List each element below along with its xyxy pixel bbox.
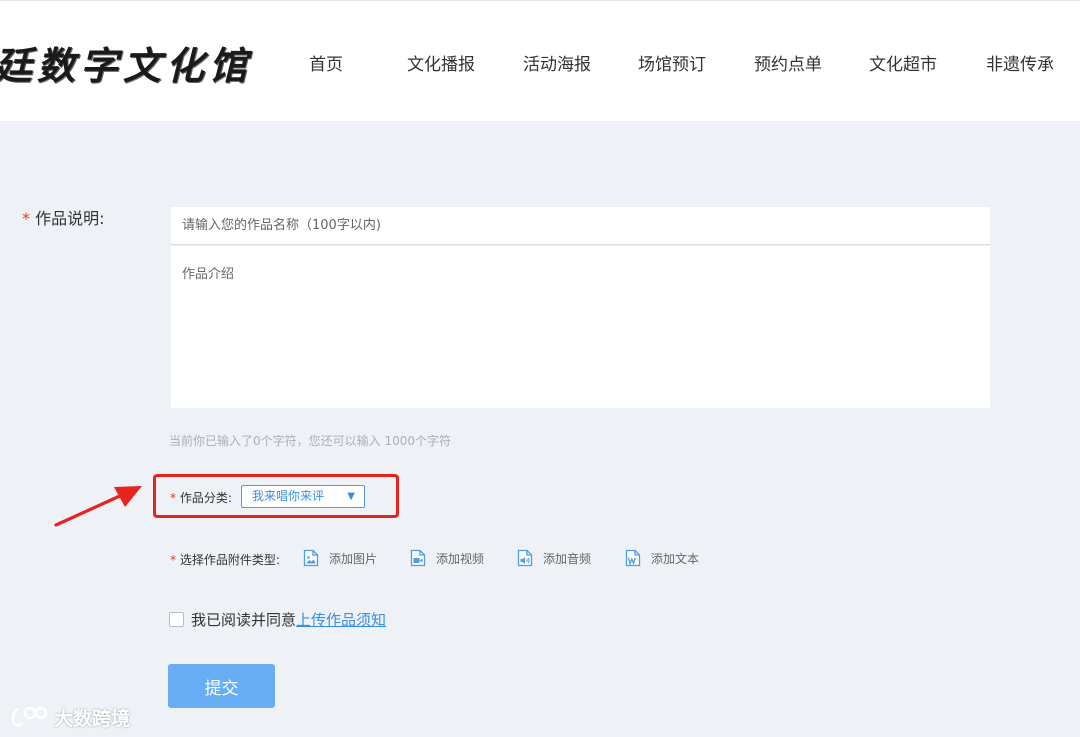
- submit-button[interactable]: 提交: [168, 664, 275, 708]
- attachment-type-label: * 选择作品附件类型:: [170, 551, 280, 568]
- char-counter: 当前你已输入了0个字符，您还可以输入 1000个字符: [169, 434, 451, 448]
- work-description-label: * 作品说明:: [22, 205, 105, 229]
- work-category-select[interactable]: 我来唱你来评 ▼: [241, 485, 365, 508]
- add-text-button[interactable]: 添加文本: [625, 547, 699, 569]
- work-category-label: * 作品分类:: [170, 489, 232, 506]
- nav-item-culture-market[interactable]: 文化超市: [869, 50, 937, 75]
- agree-checkbox[interactable]: [169, 611, 184, 627]
- work-intro-textarea[interactable]: [171, 246, 990, 408]
- add-image-button[interactable]: 添加图片: [303, 547, 377, 569]
- work-category-value: 我来唱你来评: [252, 489, 325, 503]
- nav-item-home[interactable]: 首页: [309, 50, 343, 75]
- add-audio-label: 添加音频: [543, 551, 592, 566]
- required-mark: *: [22, 209, 30, 228]
- agreement-row: 我已阅读并同意 上传作品须知: [169, 609, 386, 629]
- upload-notice-link[interactable]: 上传作品须知: [296, 609, 386, 630]
- work-category-label-text: 作品分类:: [179, 491, 232, 505]
- watermark: 大数跨境: [8, 703, 130, 731]
- caret-down-icon: ▼: [347, 491, 355, 502]
- attachment-type-label-text: 选择作品附件类型:: [179, 553, 280, 567]
- work-title-input[interactable]: [171, 207, 990, 245]
- nav-item-culture-news[interactable]: 文化播报: [407, 50, 475, 75]
- add-image-label: 添加图片: [329, 551, 378, 566]
- watermark-logo-icon: [11, 706, 48, 727]
- work-description-label-text: 作品说明:: [35, 209, 105, 228]
- image-file-icon: [303, 549, 319, 567]
- main-nav: 首页 文化播报 活动海报 场馆预订 预约点单 文化超市 非遗传承: [0, 50, 1080, 75]
- word-file-icon: [625, 549, 641, 567]
- nav-item-venue-booking[interactable]: 场馆预订: [638, 50, 706, 75]
- red-arrow-annotation: [54, 486, 142, 527]
- nav-item-intangible-heritage[interactable]: 非遗传承: [986, 50, 1054, 75]
- add-text-label: 添加文本: [651, 551, 700, 566]
- add-video-button[interactable]: 添加视频: [410, 547, 484, 569]
- agree-text: 我已阅读并同意: [191, 610, 297, 629]
- nav-item-event-posters[interactable]: 活动海报: [523, 50, 591, 75]
- required-mark: *: [170, 491, 176, 505]
- video-file-icon: [410, 549, 426, 567]
- required-mark: *: [170, 553, 176, 567]
- site-header: 廷数字文化馆 首页 文化播报 活动海报 场馆预订 预约点单 文化超市 非遗传承: [0, 0, 1080, 121]
- audio-file-icon: [517, 549, 533, 567]
- watermark-text: 大数跨境: [54, 707, 131, 730]
- add-video-label: 添加视频: [436, 551, 485, 566]
- nav-item-order-booking[interactable]: 预约点单: [754, 50, 822, 75]
- add-audio-button[interactable]: 添加音频: [517, 547, 591, 569]
